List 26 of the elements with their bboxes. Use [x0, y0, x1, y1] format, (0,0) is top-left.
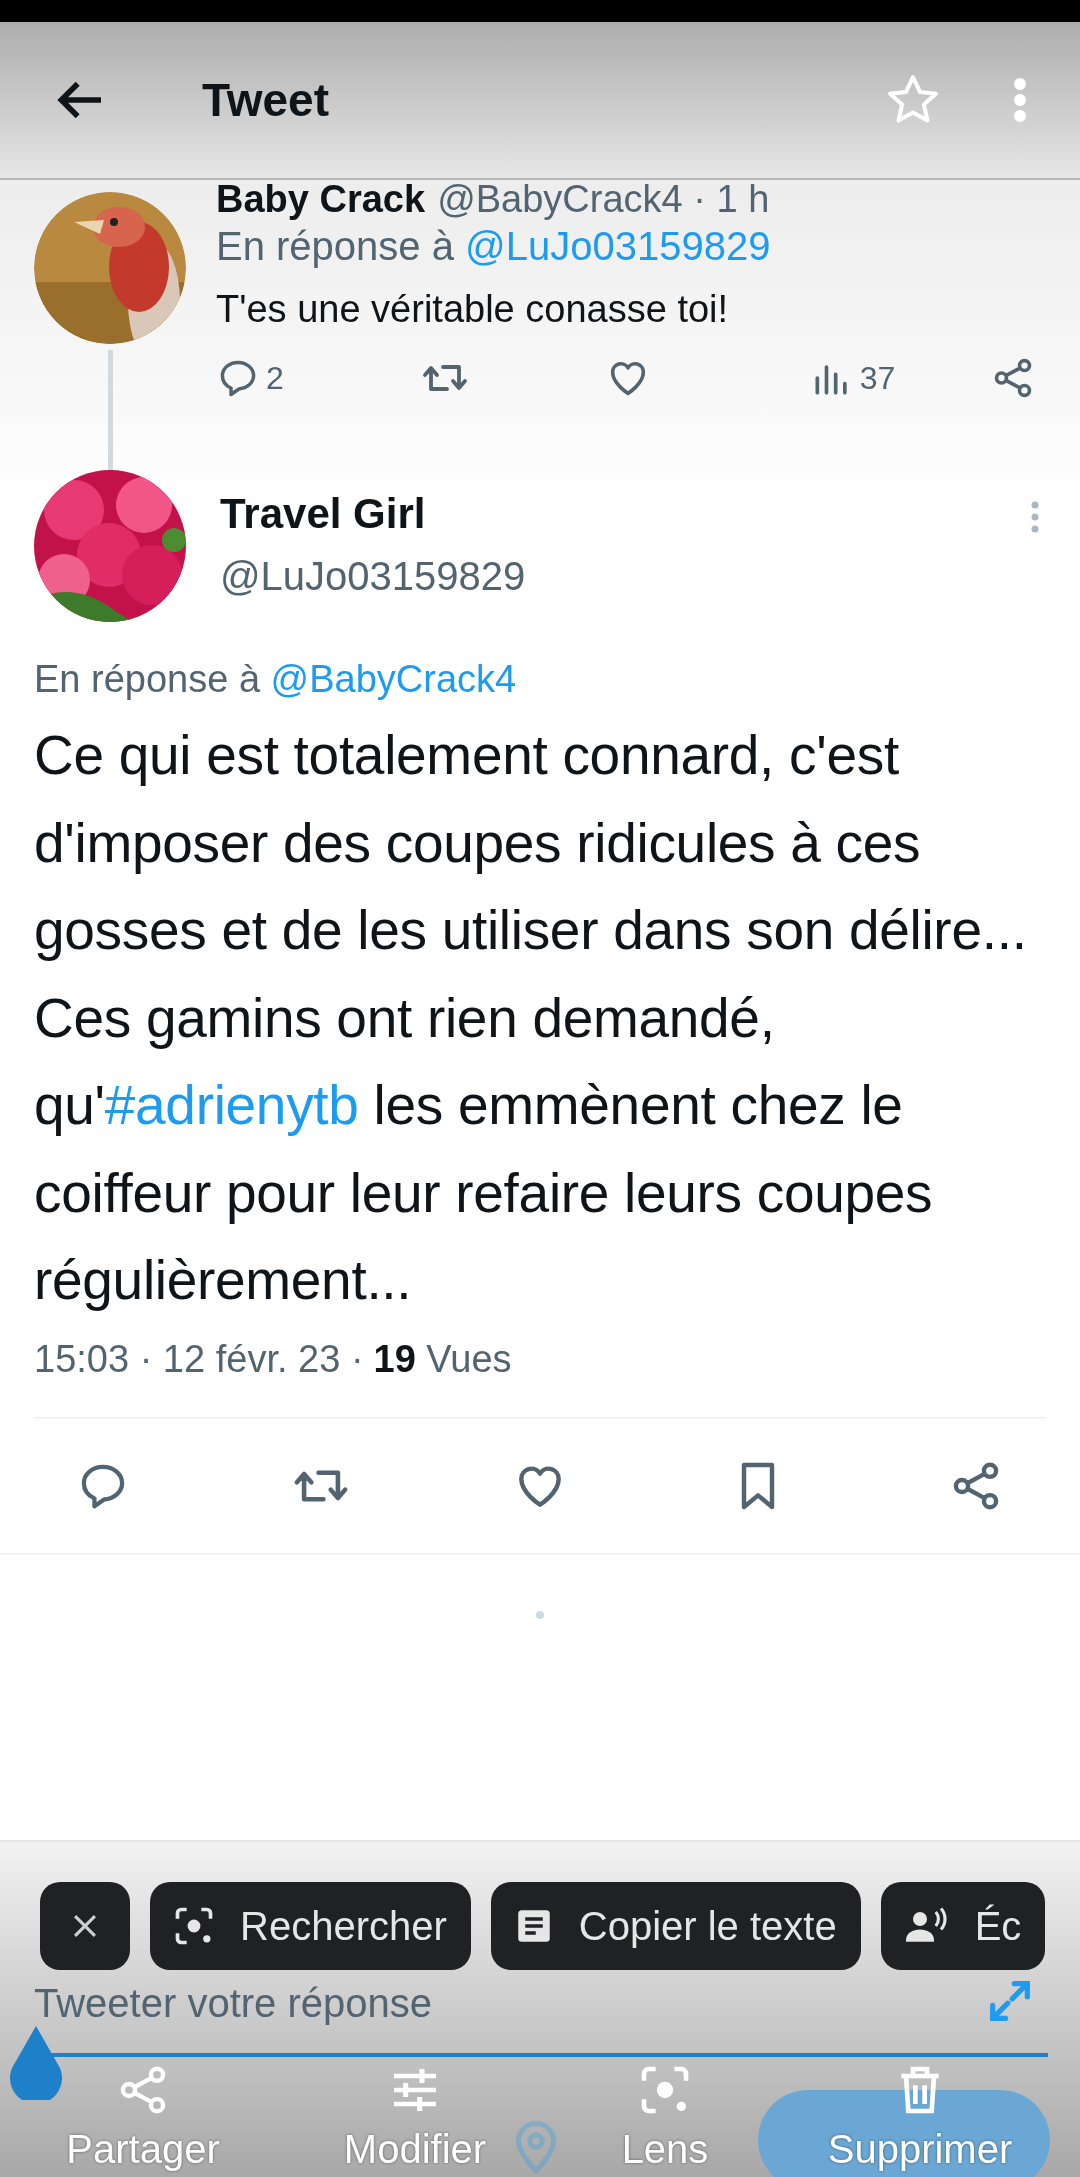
- timestamp: 15:03 · 12 févr. 23 ·: [34, 1336, 364, 1382]
- hashtag-link[interactable]: #adrienytb: [104, 1074, 359, 1136]
- tweet-text: Ce qui est totalement connard, c'est d'imposer des coupes ridicules à ces gosses et de les utiliser dans son délire... Ces gamins ont rien demandé, qu'#adrienytb les emmènent chez le coiffeur pour leur refaire leurs coupes régulièrement...: [34, 723, 1028, 1313]
- screenshot-action-button[interactable]: Modifier: [300, 2062, 530, 2172]
- user-handle: @LuJo03159829: [220, 553, 527, 600]
- tweet-text: T'es une véritable conasse toi!: [216, 287, 730, 332]
- slider-handle-icon[interactable]: [8, 2024, 64, 2100]
- reply-field[interactable]: Tweeter votre réponse: [34, 1978, 432, 2028]
- mention-link[interactable]: @LuJo03159829: [465, 224, 771, 268]
- mention-link[interactable]: @BabyCrack4: [270, 658, 517, 700]
- view-count: 19 Vues: [373, 1336, 512, 1382]
- close-button[interactable]: [40, 1882, 130, 1970]
- reply-context: En réponse à @BabyCrack4: [34, 657, 518, 702]
- user-handle: @BabyCrack4 · 1 h: [437, 178, 770, 220]
- screenshot-action-button[interactable]: Lens: [570, 2062, 760, 2172]
- menu-chip[interactable]: Éc: [880, 1882, 1046, 1970]
- user-name: Travel Girl: [220, 489, 427, 539]
- reply-context: En réponse à @LuJo03159829: [216, 223, 772, 270]
- screenshot-action-button[interactable]: Partager: [48, 2062, 238, 2172]
- user-name: Baby Crack: [216, 178, 426, 220]
- header-title: Tweet: [202, 72, 330, 128]
- view-count: 37: [859, 359, 896, 398]
- screenshot-action-button[interactable]: Supprimer: [770, 2062, 1070, 2172]
- menu-chip[interactable]: Rechercher: [150, 1882, 471, 1970]
- menu-chip[interactable]: Copier le texte: [490, 1882, 861, 1970]
- reply-count: 2: [266, 359, 284, 398]
